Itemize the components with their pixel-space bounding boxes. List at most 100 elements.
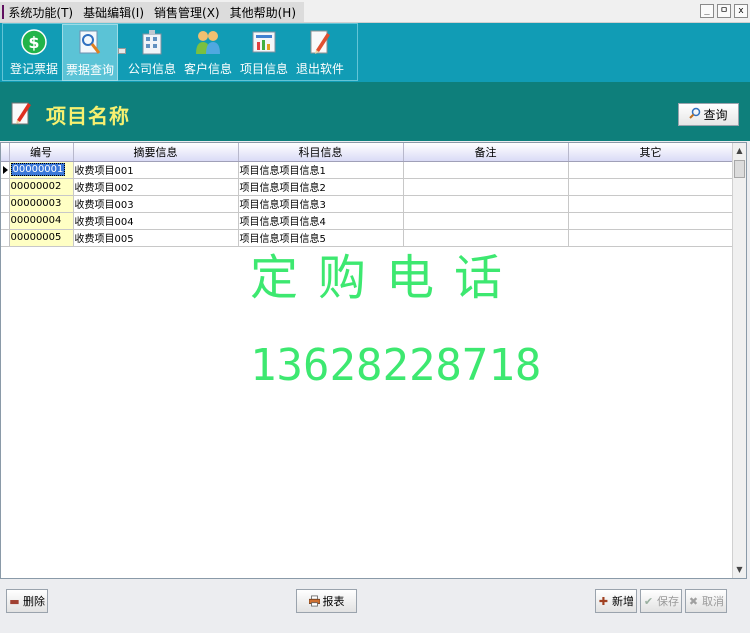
menu-sales[interactable]: 销售管理(X): [152, 4, 228, 21]
cell-other[interactable]: [568, 229, 734, 247]
close-icon[interactable]: x: [734, 4, 748, 18]
cell-subject[interactable]: 项目信息项目信息1: [238, 161, 404, 179]
save-label: 保存: [657, 595, 679, 608]
cell-code[interactable]: 00000004: [9, 212, 74, 230]
dollar-icon: $: [21, 28, 47, 56]
svg-text:$: $: [28, 33, 39, 52]
new-button[interactable]: ✚ 新增: [595, 589, 637, 613]
project-info-button[interactable]: 项目信息: [236, 24, 292, 81]
cancel-button[interactable]: ✖ 取消: [685, 589, 727, 613]
row-indicator: [1, 178, 10, 196]
watermark-order-phone: 定购电话: [250, 250, 523, 306]
cell-remark[interactable]: [403, 161, 569, 179]
customer-info-label: 客户信息: [183, 62, 232, 76]
cell-remark[interactable]: [403, 212, 569, 230]
watermark-phone-number: 13628228718: [250, 340, 542, 391]
cell-subject[interactable]: 项目信息项目信息3: [238, 195, 404, 213]
register-ticket-label: 登记票据: [9, 62, 58, 76]
cell-remark[interactable]: [403, 178, 569, 196]
cross-icon: ✖: [688, 594, 699, 608]
row-indicator: [1, 161, 10, 179]
scroll-thumb[interactable]: [734, 160, 745, 178]
cell-subject[interactable]: 项目信息项目信息2: [238, 178, 404, 196]
query-button[interactable]: 查询: [678, 103, 739, 126]
delete-label: 删除: [23, 595, 45, 608]
table-row[interactable]: 00000001 收费项目001 项目信息项目信息1: [1, 161, 734, 179]
cell-summary[interactable]: 收费项目002: [73, 178, 239, 196]
scroll-up-icon[interactable]: ▲: [733, 143, 746, 159]
cell-code[interactable]: 00000001: [9, 161, 74, 179]
printer-icon: [308, 595, 320, 607]
project-info-label: 项目信息: [239, 62, 288, 76]
cancel-label: 取消: [702, 595, 724, 608]
cell-other[interactable]: [568, 161, 734, 179]
toolbar-group: $ 登记票据 票据查询 公司信息 客户信息 项目信息 退出软件: [6, 24, 348, 81]
edit-icon: [11, 101, 33, 125]
table-row[interactable]: 00000004 收费项目004 项目信息项目信息4: [1, 212, 734, 230]
magnifier-icon: [77, 29, 103, 57]
column-header-summary[interactable]: 摘要信息: [73, 143, 239, 162]
ticket-query-button[interactable]: 票据查询: [62, 24, 118, 81]
cell-code[interactable]: 00000002: [9, 178, 74, 196]
search-icon: [689, 107, 701, 122]
page-title: 项目名称: [46, 104, 130, 128]
menu-help[interactable]: 其他帮助(H): [228, 4, 304, 21]
plus-icon: ✚: [598, 594, 609, 608]
cell-summary[interactable]: 收费项目004: [73, 212, 239, 230]
menu-basic-edit[interactable]: 基础编辑(I): [81, 4, 152, 21]
company-info-label: 公司信息: [127, 62, 176, 76]
cell-remark[interactable]: [403, 195, 569, 213]
app-logo-icon: [2, 5, 5, 19]
column-header-subject[interactable]: 科目信息: [238, 143, 404, 162]
new-label: 新增: [612, 595, 634, 608]
cell-code[interactable]: 00000005: [9, 229, 74, 247]
minus-icon: ▬: [9, 594, 20, 608]
row-indicator: [1, 195, 10, 213]
exit-software-label: 退出软件: [295, 62, 344, 76]
cell-summary[interactable]: 收费项目003: [73, 195, 239, 213]
company-info-button[interactable]: 公司信息: [124, 24, 180, 81]
cell-other[interactable]: [568, 212, 734, 230]
column-header-remark[interactable]: 备注: [403, 143, 569, 162]
menu-bar: 系统功能(T) 基础编辑(I) 销售管理(X) 其他帮助(H) _ ㅁ x: [0, 0, 750, 23]
row-indicator: [1, 212, 10, 230]
menu-strip: 系统功能(T) 基础编辑(I) 销售管理(X) 其他帮助(H): [0, 2, 304, 22]
pencil-icon: [307, 28, 333, 56]
chart-icon: [251, 28, 277, 56]
building-icon: [139, 28, 165, 56]
table-row[interactable]: 00000002 收费项目002 项目信息项目信息2: [1, 178, 734, 196]
column-header-code[interactable]: 编号: [9, 143, 74, 162]
save-button[interactable]: ✔ 保存: [640, 589, 682, 613]
toolbar: $ 登记票据 票据查询 公司信息 客户信息 项目信息 退出软件: [0, 23, 750, 82]
grid-table: 编号 摘要信息 科目信息 备注 其它 00000001 收费项目001 项目信息…: [1, 143, 734, 247]
cell-code[interactable]: 00000003: [9, 195, 74, 213]
row-indicator: [1, 229, 10, 247]
ticket-query-label: 票据查询: [65, 63, 114, 77]
query-label: 查询: [703, 108, 728, 122]
bottom-bar: ▬ 删除 报表 ✚ 新增 ✔ 保存 ✖ 取消: [0, 580, 750, 633]
current-row-arrow-icon: [3, 165, 8, 174]
delete-button[interactable]: ▬ 删除: [6, 589, 48, 613]
restore-icon[interactable]: ㅁ: [717, 4, 731, 18]
register-ticket-button[interactable]: $ 登记票据: [6, 24, 62, 81]
customer-info-button[interactable]: 客户信息: [180, 24, 236, 81]
report-label: 报表: [322, 595, 345, 608]
report-button[interactable]: 报表: [296, 589, 357, 613]
minimize-icon[interactable]: _: [700, 4, 714, 18]
column-header-other[interactable]: 其它: [568, 143, 734, 162]
scroll-down-icon[interactable]: ▼: [733, 562, 746, 578]
window-controls: _ ㅁ x: [700, 4, 748, 18]
table-row[interactable]: 00000003 收费项目003 项目信息项目信息3: [1, 195, 734, 213]
cell-other[interactable]: [568, 195, 734, 213]
exit-software-button[interactable]: 退出软件: [292, 24, 348, 81]
cell-summary[interactable]: 收费项目001: [73, 161, 239, 179]
menu-system[interactable]: 系统功能(T): [6, 4, 81, 21]
vertical-scrollbar[interactable]: ▲ ▼: [732, 143, 746, 578]
page-header: 项目名称 查询: [0, 82, 750, 141]
cell-other[interactable]: [568, 178, 734, 196]
row-indicator-header: [1, 143, 10, 162]
cell-subject[interactable]: 项目信息项目信息4: [238, 212, 404, 230]
check-icon: ✔: [643, 594, 654, 608]
users-icon: [195, 28, 221, 56]
cell-summary[interactable]: 收费项目005: [73, 229, 239, 247]
